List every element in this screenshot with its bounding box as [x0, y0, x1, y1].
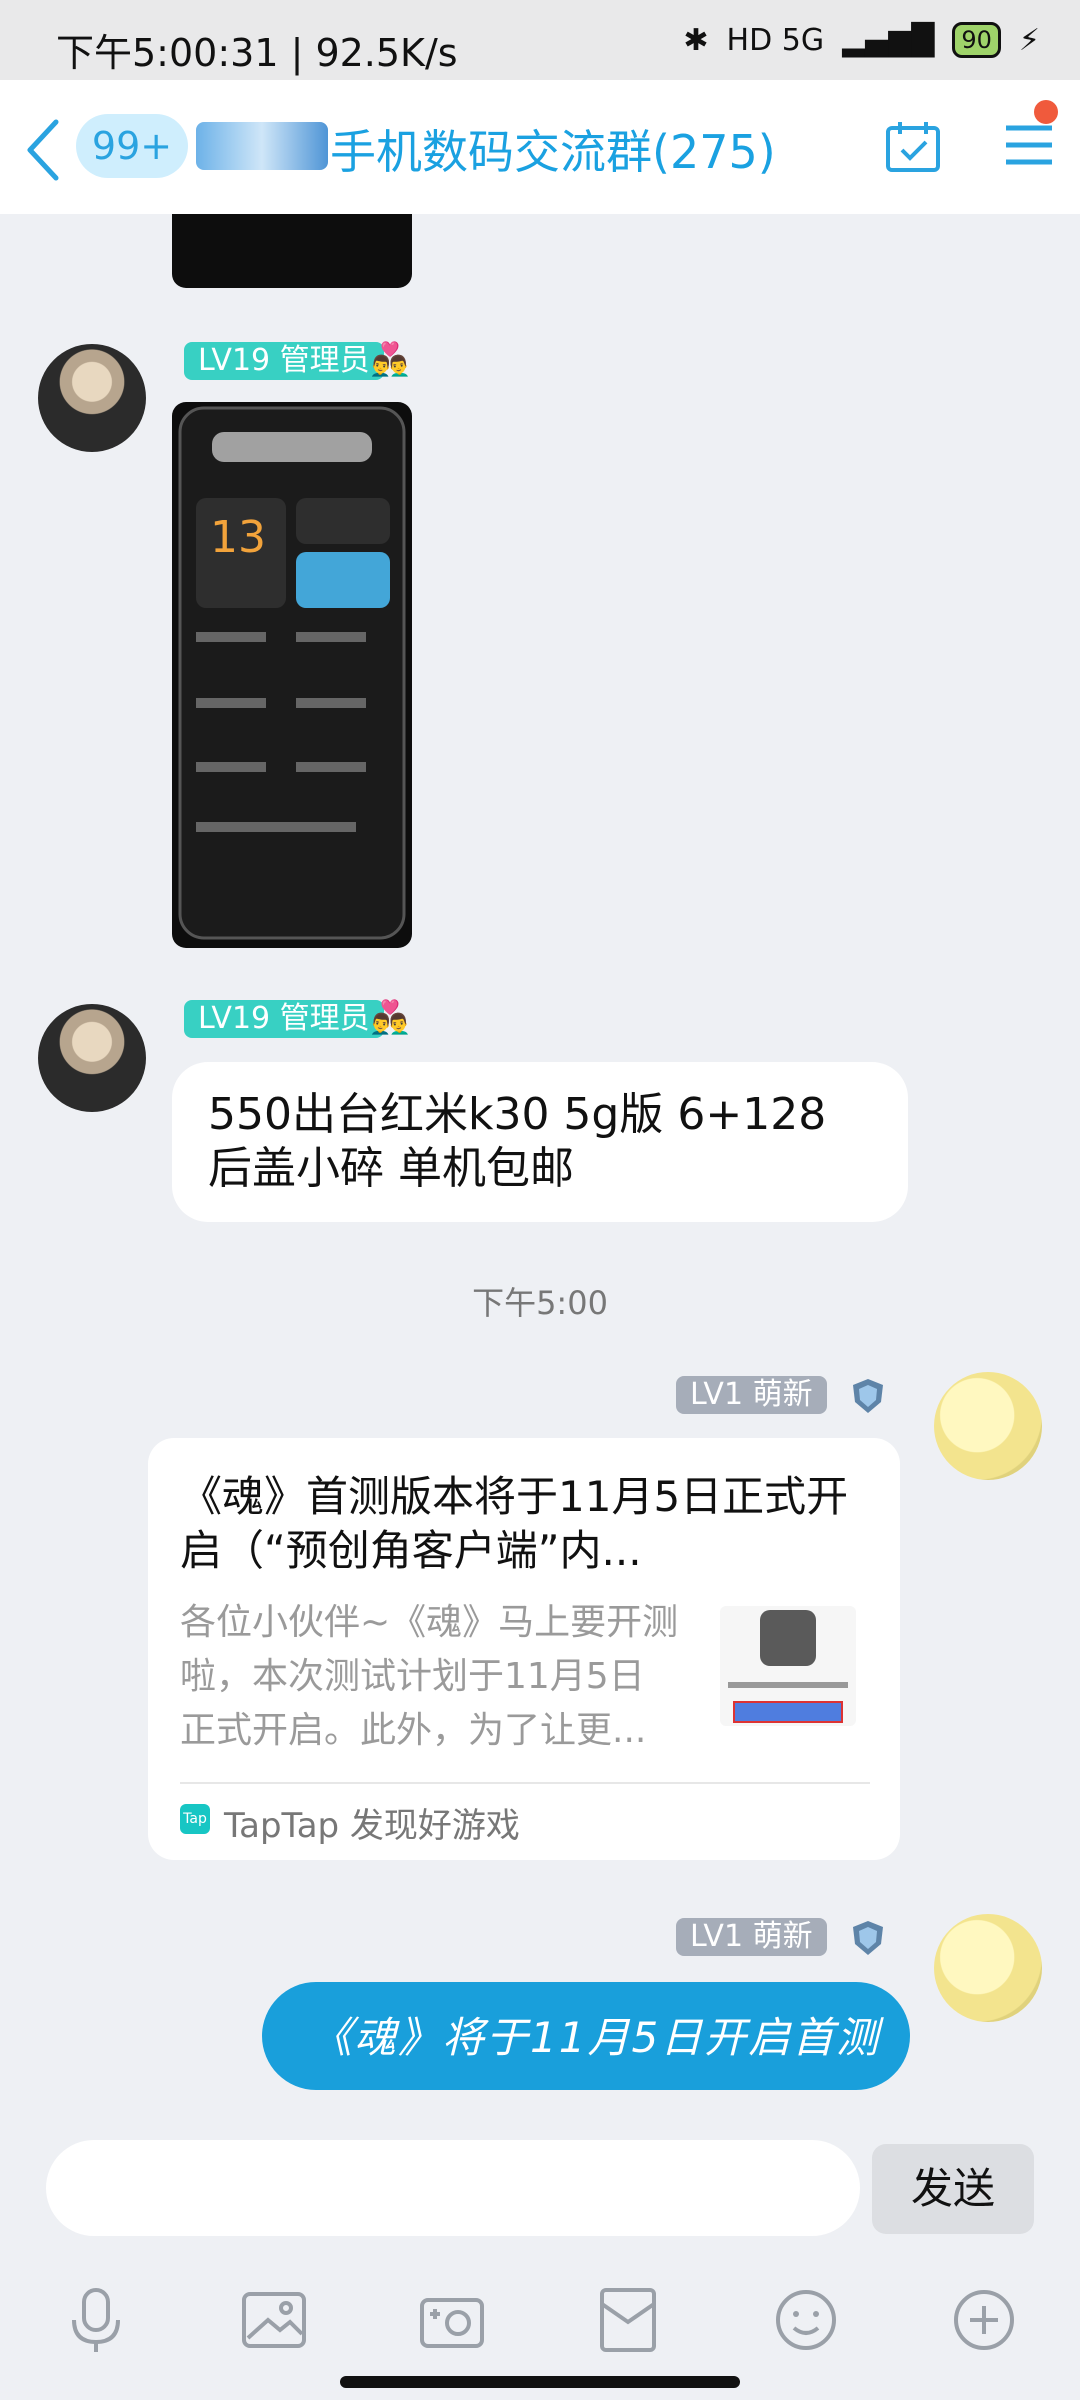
card-thumbnail-image — [720, 1606, 856, 1726]
group-logo-image — [196, 122, 328, 170]
input-bar: 发送 — [0, 2126, 1080, 2266]
level-badge: LV19 管理员 — [184, 342, 384, 380]
notification-dot — [1034, 100, 1058, 124]
svg-text:13: 13 — [210, 512, 266, 563]
plus-button[interactable] — [944, 2280, 1024, 2360]
network-indicator: HD 5G — [726, 22, 825, 58]
send-button[interactable]: 发送 — [872, 2144, 1034, 2234]
red-packet-button[interactable] — [588, 2280, 668, 2360]
level-badge: LV1 萌新 — [676, 1918, 827, 1956]
image-button[interactable] — [234, 2280, 314, 2360]
microphone-icon — [72, 2288, 120, 2352]
my-avatar[interactable] — [934, 1914, 1042, 2022]
emoji-button[interactable] — [766, 2280, 846, 2360]
level-badge: LV19 管理员 — [184, 1000, 384, 1038]
red-packet-icon — [600, 2288, 656, 2352]
charging-icon: ⚡ — [1018, 22, 1040, 58]
calendar-check-icon — [886, 122, 940, 172]
couple-emoji-icon: 👨‍❤️‍👨 — [370, 998, 410, 1036]
card-title: 《魂》首测版本将于11月5日正式开启（“预创角客户端”内... — [180, 1472, 849, 1575]
couple-emoji-icon: 👨‍❤️‍👨 — [370, 340, 410, 378]
shield-badge-icon — [848, 1376, 888, 1416]
level-text: LV19 — [198, 343, 271, 378]
battery-indicator: 90 — [952, 22, 1001, 58]
hamburger-menu-icon — [1006, 125, 1052, 165]
avatar[interactable] — [38, 1004, 146, 1112]
camera-icon — [420, 2298, 484, 2348]
input-toolbar — [0, 2266, 1080, 2376]
status-icons: ✱ HD 5G ▂▄▆█ 90 ⚡ — [683, 22, 1040, 58]
status-bar: 下午5:00:31 | 92.5K/s ✱ HD 5G ▂▄▆█ 90 ⚡ — [0, 0, 1080, 80]
shield-badge-icon — [848, 1918, 888, 1958]
message-text: 550出台红米k30 5g版 6+128 后盖小碎 单机包邮 — [208, 1089, 827, 1194]
card-divider — [180, 1782, 870, 1784]
link-share-card[interactable]: 《魂》首测版本将于11月5日正式开启（“预创角客户端”内... 各位小伙伴~《魂… — [148, 1438, 900, 1860]
timestamp: 下午5:00 — [472, 1284, 608, 1322]
chevron-left-icon — [27, 119, 59, 181]
calendar-button[interactable] — [884, 118, 942, 174]
status-time-speed: 下午5:00:31 | 92.5K/s — [56, 31, 458, 75]
camera-button[interactable] — [412, 2280, 492, 2360]
signal-icon: ▂▄▆█ — [842, 22, 935, 58]
message-input[interactable] — [46, 2140, 860, 2236]
menu-button[interactable] — [1002, 120, 1056, 170]
image-icon — [242, 2292, 306, 2348]
taptap-logo-icon: Tap — [180, 1804, 210, 1834]
role-text: 萌新 — [752, 1377, 813, 1412]
emoji-icon — [776, 2290, 836, 2350]
microphone-button[interactable] — [56, 2280, 136, 2360]
level-text: LV1 — [690, 1377, 744, 1412]
plus-icon — [954, 2290, 1014, 2350]
cropped-photo-message[interactable] — [172, 214, 412, 288]
role-text: 管理员 — [279, 343, 370, 378]
my-message-text: 《魂》将于11月5日开启首测 — [310, 2013, 881, 2062]
home-indicator[interactable] — [340, 2376, 740, 2388]
phone-image-icon: 13 — [178, 406, 406, 940]
group-title[interactable]: 手机数码交流群(275) — [330, 116, 776, 182]
bluetooth-icon: ✱ — [683, 22, 709, 58]
phone-screenshot-photo[interactable]: 13 — [172, 402, 412, 948]
avatar[interactable] — [38, 344, 146, 452]
my-message-bubble[interactable]: 《魂》将于11月5日开启首测 — [262, 1982, 910, 2090]
my-avatar[interactable] — [934, 1372, 1042, 1480]
unread-count-badge[interactable]: 99+ — [76, 114, 188, 178]
role-text: 管理员 — [279, 1001, 370, 1036]
card-source: TapTap 发现好游戏 — [224, 1806, 520, 1846]
level-text: LV19 — [198, 1001, 271, 1036]
back-button[interactable] — [14, 110, 74, 190]
message-bubble[interactable]: 550出台红米k30 5g版 6+128 后盖小碎 单机包邮 — [172, 1062, 908, 1222]
chat-header: 99+ 手机数码交流群(275) — [0, 80, 1080, 214]
role-text: 萌新 — [752, 1919, 813, 1954]
level-badge: LV1 萌新 — [676, 1376, 827, 1414]
card-description: 各位小伙伴~《魂》马上要开测啦，本次测试计划于11月5日正式开启。此外，为了让更… — [180, 1602, 679, 1751]
level-text: LV1 — [690, 1919, 744, 1954]
